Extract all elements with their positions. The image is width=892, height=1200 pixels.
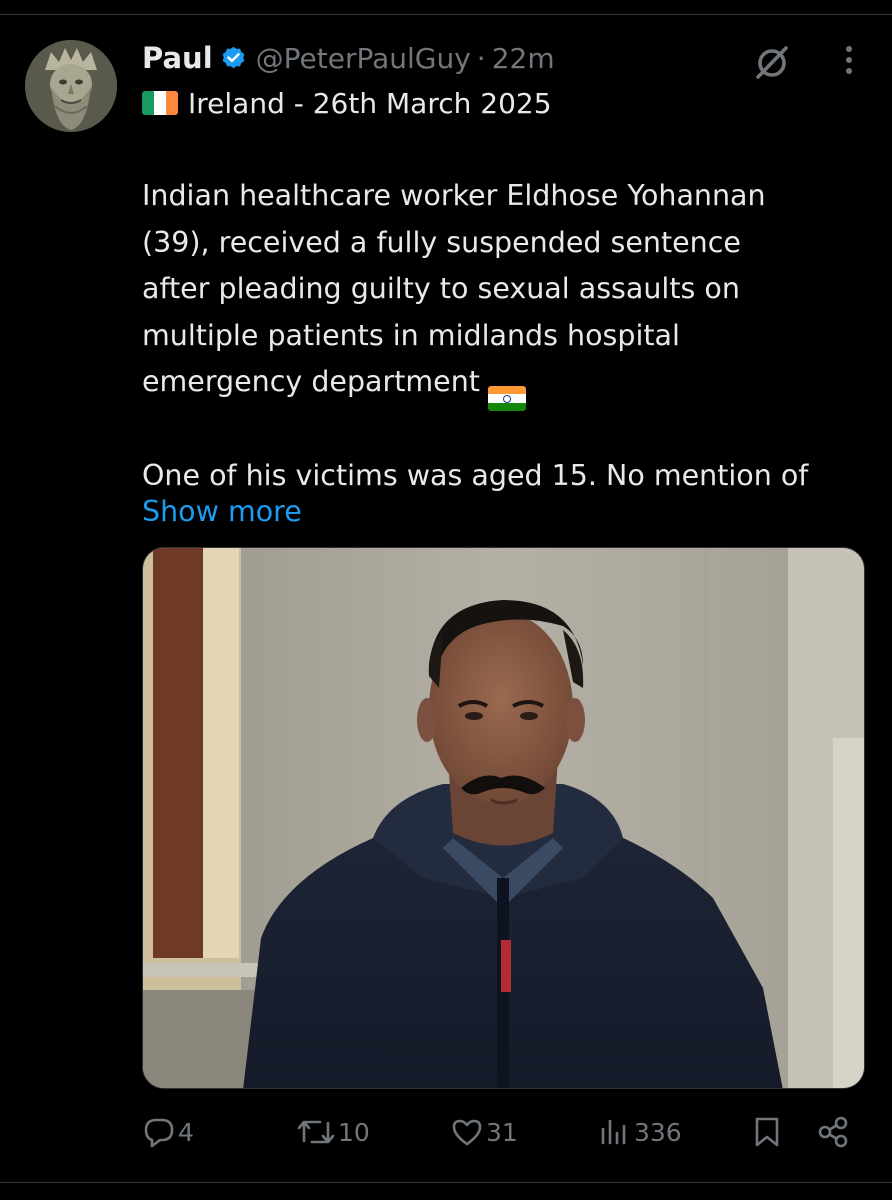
views-icon <box>601 1119 626 1145</box>
tweet-body-line: after pleading guilty to sexual assaults… <box>142 272 740 306</box>
views-button[interactable]: 336 <box>598 1108 682 1156</box>
author-name[interactable]: Paul <box>142 41 213 75</box>
like-button[interactable]: 31 <box>450 1108 518 1156</box>
avatar[interactable] <box>25 40 117 132</box>
tweet-screen: Paul @PeterPaulGuy · 22m Ireland - 26th … <box>0 0 892 1200</box>
tweet-body-line-text: emergency department <box>142 365 480 399</box>
repost-button[interactable]: 10 <box>296 1108 370 1156</box>
tweet-body-line: multiple patients in midlands hospital <box>142 318 680 352</box>
photo-man-in-hooded-jacket <box>143 548 864 1088</box>
top-divider <box>0 14 892 15</box>
tweet-header: Paul @PeterPaulGuy · 22m <box>142 38 555 78</box>
tweet-body-line-with-flag: emergency department <box>142 359 872 412</box>
like-count: 31 <box>486 1117 518 1147</box>
repost-icon <box>297 1120 335 1144</box>
tweet-timestamp[interactable]: 22m <box>492 42 555 75</box>
share-icon <box>818 1116 848 1148</box>
author-handle[interactable]: @PeterPaulGuy <box>256 42 471 75</box>
reply-icon <box>144 1118 174 1148</box>
tweet-media-photo[interactable] <box>142 547 865 1089</box>
repost-count: 10 <box>338 1117 370 1147</box>
tweet-location-line: Ireland - 26th March 2025 <box>142 84 552 122</box>
more-options-icon[interactable] <box>834 42 864 78</box>
tweet-action-bar: 4 10 31 336 <box>0 1108 892 1156</box>
tweet-body-line: (39), received a fully suspended sentenc… <box>142 225 741 259</box>
avatar-statue-head-image <box>25 40 117 132</box>
show-more-link[interactable]: Show more <box>142 490 302 534</box>
reply-button[interactable]: 4 <box>142 1108 194 1156</box>
header-separator: · <box>476 41 486 75</box>
like-icon <box>452 1119 482 1146</box>
bookmark-icon <box>755 1117 779 1147</box>
grok-icon[interactable] <box>752 42 792 82</box>
location-date-text: Ireland - 26th March 2025 <box>188 86 552 120</box>
reply-count: 4 <box>178 1117 194 1147</box>
tweet-body-line: Indian healthcare worker Eldhose Yohanna… <box>142 179 766 212</box>
ireland-flag-icon <box>142 91 178 115</box>
views-count: 336 <box>634 1117 682 1147</box>
india-flag-icon <box>487 386 526 412</box>
tweet-body: Indian healthcare worker Eldhose Yohanna… <box>142 173 872 499</box>
share-button[interactable] <box>816 1108 850 1156</box>
bookmark-button[interactable] <box>752 1108 782 1156</box>
verified-badge-icon <box>220 45 247 72</box>
bottom-divider <box>0 1182 892 1183</box>
